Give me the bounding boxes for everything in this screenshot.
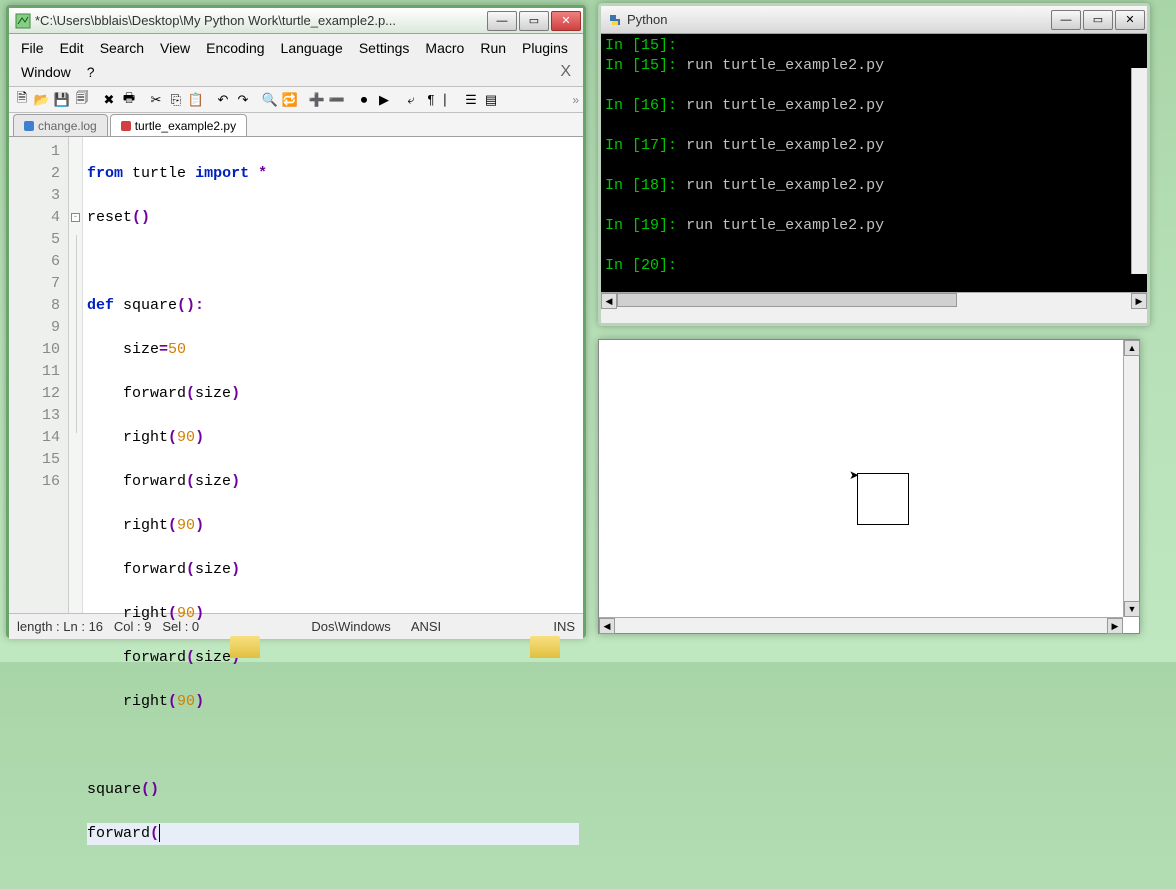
wordwrap-icon[interactable]: ⤶ <box>402 91 420 109</box>
folder-view-icon[interactable]: ☰ <box>462 91 480 109</box>
scroll-left-icon[interactable]: ◀ <box>601 293 617 309</box>
menu-settings[interactable]: Settings <box>351 36 418 60</box>
fold-toggle-icon[interactable]: - <box>71 213 80 222</box>
new-file-icon[interactable]: 🗎 <box>13 91 31 109</box>
print-icon[interactable]: 🖶 <box>120 91 138 109</box>
turtle-vertical-scrollbar[interactable]: ▲ ▼ <box>1123 340 1139 617</box>
minimize-button[interactable]: — <box>1051 10 1081 30</box>
scroll-down-icon[interactable]: ▼ <box>1124 601 1140 617</box>
tab-unsaved-icon <box>121 121 131 131</box>
menu-search[interactable]: Search <box>92 36 152 60</box>
editor-app-icon <box>15 13 31 29</box>
close-button[interactable]: ✕ <box>551 11 581 31</box>
zoom-in-icon[interactable]: ➕ <box>308 91 326 109</box>
code-area[interactable]: from turtle import * reset() def square(… <box>83 137 583 613</box>
tab-close-x[interactable]: X <box>552 63 579 81</box>
scroll-up-icon[interactable]: ▲ <box>1124 340 1140 356</box>
minimize-button[interactable]: — <box>487 11 517 31</box>
menu-window[interactable]: Window <box>13 60 79 84</box>
paste-icon[interactable]: 📋 <box>187 91 205 109</box>
menu-plugins[interactable]: Plugins <box>514 36 576 60</box>
show-all-icon[interactable]: ¶ <box>422 91 440 109</box>
menu-language[interactable]: Language <box>273 36 351 60</box>
menu-run[interactable]: Run <box>472 36 514 60</box>
menu-help[interactable]: ? <box>79 60 103 84</box>
open-file-icon[interactable]: 📂 <box>33 91 51 109</box>
tab-saved-icon <box>24 121 34 131</box>
editor-window: *C:\Users\bblais\Desktop\My Python Work\… <box>6 5 586 638</box>
editor-area[interactable]: 12345678910111213141516 - from turtle im… <box>9 137 583 613</box>
save-all-icon[interactable]: 🗐 <box>73 91 91 109</box>
replace-icon[interactable]: 🔁 <box>281 91 299 109</box>
turtle-canvas[interactable]: ➤ <box>599 340 1123 617</box>
undo-icon[interactable]: ↶ <box>214 91 232 109</box>
menu-edit[interactable]: Edit <box>52 36 92 60</box>
menu-file[interactable]: File <box>13 36 52 60</box>
console-vertical-scrollbar[interactable] <box>1131 68 1147 274</box>
close-file-icon[interactable]: ✖ <box>100 91 118 109</box>
turtle-horizontal-scrollbar[interactable]: ◀ ▶ <box>599 617 1123 633</box>
copy-icon[interactable]: ⎘ <box>167 91 185 109</box>
editor-title: *C:\Users\bblais\Desktop\My Python Work\… <box>35 13 487 28</box>
python-console-window: Python — ▭ ✕ In [15]: In [15]: run turtl… <box>598 3 1150 326</box>
cut-icon[interactable]: ✂ <box>147 91 165 109</box>
menu-encoding[interactable]: Encoding <box>198 36 272 60</box>
scroll-thumb[interactable] <box>617 293 957 307</box>
scroll-track[interactable] <box>617 293 1131 308</box>
console-horizontal-scrollbar[interactable]: ◀ ▶ <box>601 292 1147 308</box>
tab-turtle-example2[interactable]: turtle_example2.py <box>110 114 247 136</box>
console-output[interactable]: In [15]: In [15]: run turtle_example2.py… <box>601 34 1147 292</box>
fold-gutter: - <box>69 137 83 613</box>
editor-tabbar: change.log turtle_example2.py <box>9 113 583 137</box>
python-icon <box>607 12 623 28</box>
scroll-right-icon[interactable]: ▶ <box>1131 293 1147 309</box>
editor-menubar: File Edit Search View Encoding Language … <box>9 34 583 87</box>
find-icon[interactable]: 🔍 <box>261 91 279 109</box>
taskbar-folder-icon[interactable] <box>530 636 560 658</box>
tab-label: turtle_example2.py <box>135 119 236 133</box>
editor-titlebar[interactable]: *C:\Users\bblais\Desktop\My Python Work\… <box>9 8 583 34</box>
toolbar-overflow-icon[interactable]: » <box>572 93 579 107</box>
turtle-graphics-window: ➤ ▲ ▼ ◀ ▶ <box>598 339 1140 634</box>
text-cursor <box>159 824 160 842</box>
menu-view[interactable]: View <box>152 36 198 60</box>
close-button[interactable]: ✕ <box>1115 10 1145 30</box>
tab-label: change.log <box>38 119 97 133</box>
play-macro-icon[interactable]: ▶ <box>375 91 393 109</box>
maximize-button[interactable]: ▭ <box>1083 10 1113 30</box>
tab-change-log[interactable]: change.log <box>13 114 108 136</box>
maximize-button[interactable]: ▭ <box>519 11 549 31</box>
scroll-right-icon[interactable]: ▶ <box>1107 618 1123 634</box>
indent-guide-icon[interactable]: ⎸ <box>442 91 460 109</box>
console-window-controls: — ▭ ✕ <box>1051 10 1145 30</box>
zoom-out-icon[interactable]: ➖ <box>328 91 346 109</box>
taskbar-folder-icon[interactable] <box>230 636 260 658</box>
record-macro-icon[interactable]: ⏺ <box>355 91 373 109</box>
line-number-gutter: 12345678910111213141516 <box>9 137 69 613</box>
scroll-left-icon[interactable]: ◀ <box>599 618 615 634</box>
editor-window-controls: — ▭ ✕ <box>487 11 581 31</box>
editor-toolbar: 🗎 📂 💾 🗐 ✖ 🖶 ✂ ⎘ 📋 ↶ ↷ 🔍 🔁 ➕ ➖ ⏺ ▶ ⤶ ¶ ⎸ … <box>9 87 583 113</box>
console-titlebar[interactable]: Python — ▭ ✕ <box>601 6 1147 34</box>
redo-icon[interactable]: ↷ <box>234 91 252 109</box>
console-title: Python <box>627 12 1051 27</box>
save-icon[interactable]: 💾 <box>53 91 71 109</box>
menu-macro[interactable]: Macro <box>417 36 472 60</box>
doc-map-icon[interactable]: ▤ <box>482 91 500 109</box>
turtle-drawn-square <box>857 473 909 525</box>
